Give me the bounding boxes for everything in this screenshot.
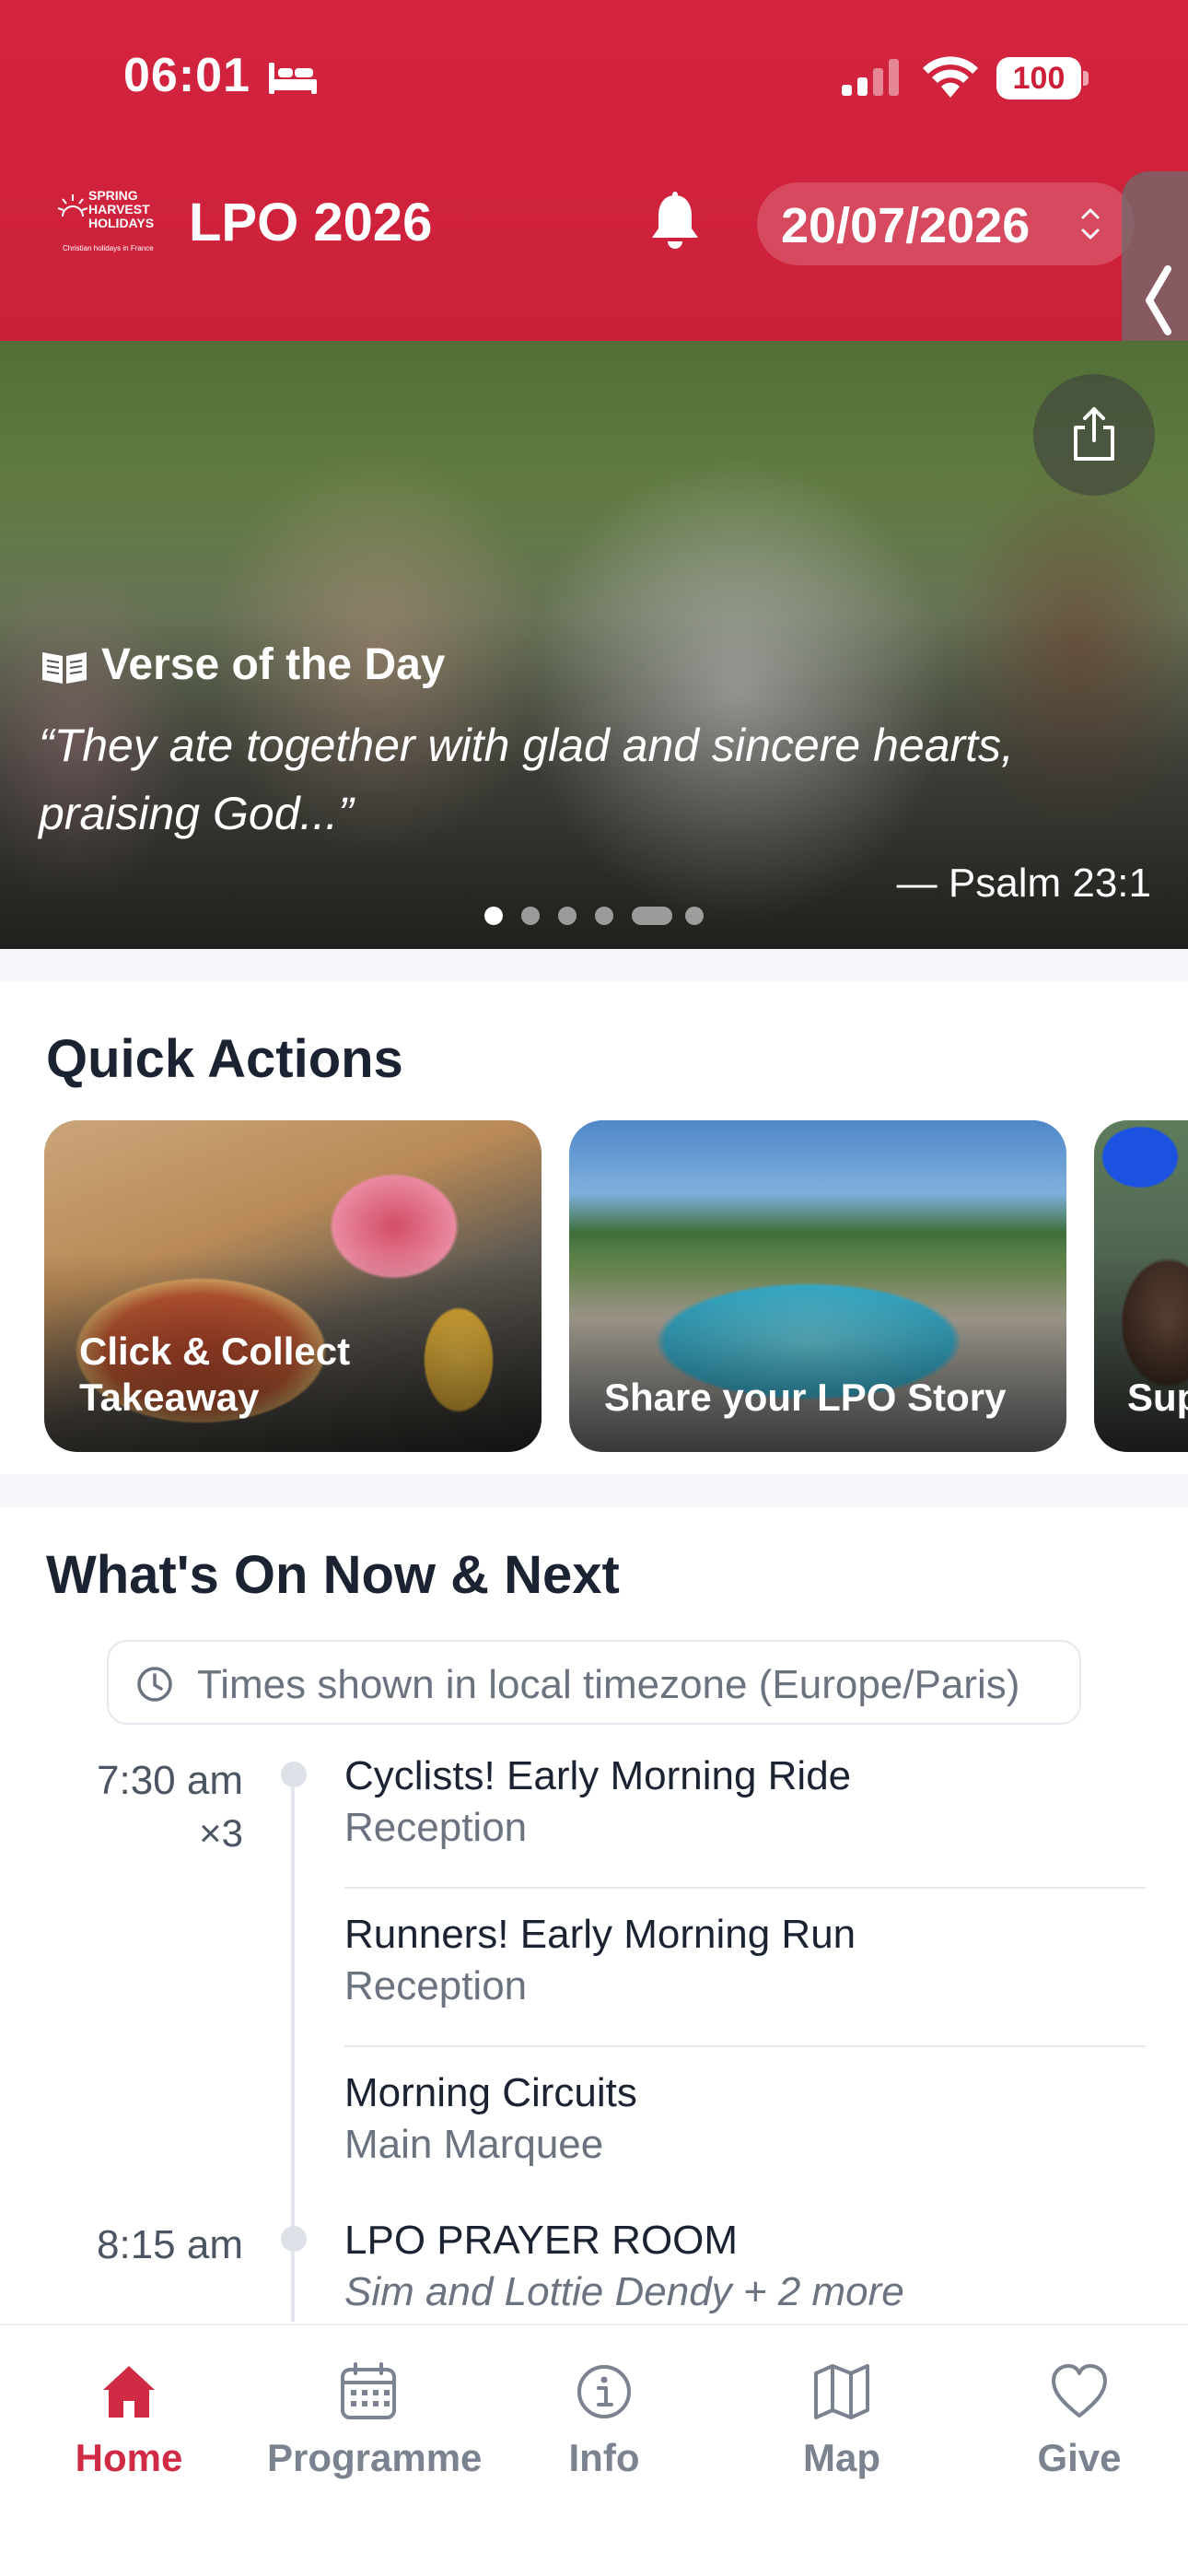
carousel-dot[interactable] xyxy=(521,907,540,925)
event-item[interactable]: Runners! Early Morning Run Reception xyxy=(344,1909,1146,2012)
page-title: LPO 2026 xyxy=(189,193,433,252)
verse-of-the-day-carousel[interactable]: Verse of the Day “They ate together with… xyxy=(0,341,1188,949)
timeslot-event-count: ×3 xyxy=(199,1811,243,1855)
tab-label: Home xyxy=(75,2436,183,2479)
quick-action-label: Sup xyxy=(1127,1376,1188,1419)
spring-harvest-logo: SPRING HARVEST HOLIDAYS Christian holida… xyxy=(57,189,160,259)
tab-map[interactable]: Map xyxy=(740,2360,943,2499)
notifications-bell-icon[interactable] xyxy=(648,192,702,252)
event-item[interactable]: Cyclists! Early Morning Ride Reception xyxy=(344,1751,1146,1854)
share-button[interactable] xyxy=(1033,374,1155,496)
wifi-icon xyxy=(923,56,978,98)
battery-cap xyxy=(1083,71,1089,86)
event-title: Cyclists! Early Morning Ride xyxy=(344,1753,852,1798)
verse-reference: — Psalm 23:1 xyxy=(896,861,1151,906)
tab-label: Programme xyxy=(267,2436,483,2479)
event-title: Morning Circuits xyxy=(344,2070,637,2115)
quick-action-share-story[interactable]: Share your LPO Story xyxy=(569,1120,1066,1452)
share-icon xyxy=(1074,407,1114,461)
section-divider xyxy=(0,949,1188,982)
quick-actions-title: Quick Actions xyxy=(46,1029,403,1089)
section-divider xyxy=(0,1474,1188,1507)
verse-title: Verse of the Day xyxy=(101,640,446,689)
status-time: 06:01 xyxy=(123,49,250,102)
timeline-dot xyxy=(281,1762,307,1787)
timeslot-time: 7:30 am xyxy=(97,1758,243,1803)
quick-action-label: Click & Collect Takeaway xyxy=(79,1329,351,1419)
event-divider xyxy=(344,2045,1146,2047)
chevron-up-down-icon xyxy=(1081,208,1100,240)
logo-tagline: Christian holidays in France xyxy=(63,244,154,252)
app-header: 06:01 100 SPRING HARVEST HOLIDAYS Christ… xyxy=(0,0,1188,341)
tab-info[interactable]: Info xyxy=(503,2360,705,2499)
tab-home[interactable]: Home xyxy=(28,2360,230,2499)
calendar-icon xyxy=(341,2362,396,2419)
chevron-left-icon xyxy=(1146,265,1171,335)
carousel-dot[interactable] xyxy=(632,907,672,925)
event-hosts: Sim and Lottie Dendy + 2 more xyxy=(344,2269,904,2314)
timezone-text: Times shown in local timezone (Europe/Pa… xyxy=(197,1662,1020,1707)
battery-level: 100 xyxy=(1012,61,1066,96)
tab-programme[interactable]: Programme xyxy=(267,2360,483,2499)
quick-action-click-collect[interactable]: Click & Collect Takeaway xyxy=(44,1120,542,1452)
date-picker[interactable]: 20/07/2026 xyxy=(757,182,1135,265)
carousel-dot[interactable] xyxy=(484,907,503,925)
info-icon xyxy=(577,2365,631,2418)
tab-label: Give xyxy=(1037,2436,1122,2479)
bed-icon xyxy=(269,63,317,94)
event-item[interactable]: Morning Circuits Main Marquee xyxy=(344,2067,1146,2171)
quick-action-label: Share your LPO Story xyxy=(604,1376,1007,1419)
verse-text: “They ate together with glad and sincere… xyxy=(39,720,1014,839)
event-location: Reception xyxy=(344,1805,528,1850)
logo-wordmark: SPRING HARVEST HOLIDAYS xyxy=(88,188,155,230)
carousel-dot[interactable] xyxy=(685,907,704,925)
event-title: Runners! Early Morning Run xyxy=(344,1912,856,1957)
whats-on-title: What's On Now & Next xyxy=(46,1545,620,1605)
event-item[interactable]: LPO PRAYER ROOM Sim and Lottie Dendy + 2… xyxy=(344,2215,1146,2318)
timezone-notice: Times shown in local timezone (Europe/Pa… xyxy=(107,1640,1081,1725)
carousel-dot[interactable] xyxy=(558,907,577,925)
sun-logo-icon xyxy=(57,194,88,217)
home-icon xyxy=(103,2366,155,2418)
timeline-dot xyxy=(281,2226,307,2252)
tab-give[interactable]: Give xyxy=(978,2360,1181,2499)
cellular-signal-icon xyxy=(842,59,899,96)
event-title: LPO PRAYER ROOM xyxy=(344,2218,739,2263)
bottom-tab-bar: Home Programme Info Map Give xyxy=(0,2324,1188,2576)
timeslot-time: 8:15 am xyxy=(97,2222,243,2267)
event-divider xyxy=(344,1887,1146,1889)
heart-icon xyxy=(1052,2364,1107,2418)
tab-label: Info xyxy=(568,2436,640,2479)
clock-icon xyxy=(137,1667,172,1702)
map-icon xyxy=(814,2364,869,2419)
book-open-icon xyxy=(42,652,87,684)
battery-indicator: 100 xyxy=(996,57,1081,100)
event-location: Reception xyxy=(344,1963,528,2008)
carousel-dot[interactable] xyxy=(595,907,613,925)
selected-date: 20/07/2026 xyxy=(781,198,1031,253)
quick-action-support[interactable]: Sup xyxy=(1094,1120,1188,1452)
event-location: Main Marquee xyxy=(344,2122,604,2167)
status-bar: 06:01 100 xyxy=(0,0,1188,166)
tab-label: Map xyxy=(803,2436,880,2479)
